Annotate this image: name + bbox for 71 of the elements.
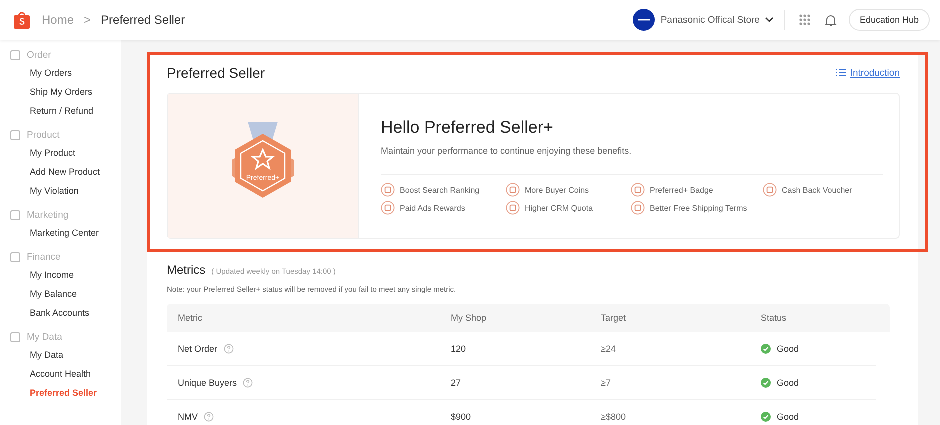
page-title: Preferred Seller: [167, 65, 266, 81]
column-header: Status: [761, 313, 788, 323]
column-header: My Shop: [451, 313, 488, 323]
breadcrumb-current: Preferred Seller: [101, 13, 186, 27]
sidebar-item[interactable]: My Balance: [10, 285, 121, 304]
benefit-icon: [381, 201, 395, 215]
menu-group-icon: [10, 210, 21, 220]
benefit-label: More Buyer Coins: [525, 186, 590, 194]
store-name[interactable]: Panasonic Offical Store: [660, 14, 760, 26]
sidebar-item[interactable]: My Violation: [10, 182, 121, 201]
table-cell-text: 120: [451, 344, 468, 354]
table-cell-text: ≥24: [601, 344, 617, 354]
benefit-label: Preferred+ Badge: [650, 186, 714, 194]
greeting-heading: Hello Preferred Seller+: [381, 118, 554, 138]
sidebar-item[interactable]: Ship My Orders: [10, 83, 121, 102]
sidebar-item[interactable]: My Income: [10, 266, 121, 285]
metric-name: Unique Buyers: [178, 378, 238, 388]
metric-name: Net Order: [178, 344, 218, 354]
sidebar-item[interactable]: Bank Accounts: [10, 304, 121, 323]
store-avatar-icon[interactable]: [632, 9, 655, 31]
help-icon[interactable]: [204, 412, 214, 422]
menu-group-icon: [10, 130, 21, 140]
sidebar-item[interactable]: My Product: [10, 144, 121, 163]
sidebar-item[interactable]: Preferred Seller: [10, 384, 121, 403]
column-header: Target: [601, 313, 628, 323]
menu-group-icon: [10, 252, 21, 262]
metric-name: NMV: [178, 412, 198, 422]
benefit-label: Higher CRM Quota: [525, 204, 594, 212]
benefit-icon: [631, 183, 645, 197]
menu-group-icon: [10, 332, 21, 342]
benefit-label: Paid Ads Rewards: [400, 204, 466, 212]
apps-grid-icon[interactable]: [798, 14, 811, 26]
chevron-down-icon[interactable]: [764, 17, 774, 23]
help-icon[interactable]: [243, 378, 254, 388]
sidebar-group-title: Marketing: [27, 210, 69, 220]
benefit-icon: [506, 183, 520, 197]
sidebar-group-title: Product: [27, 130, 60, 140]
benefit-icon: [631, 201, 645, 215]
sidebar-item[interactable]: Add New Product: [10, 163, 121, 182]
benefit-label: Boost Search Ranking: [400, 186, 480, 194]
table-cell-text: $900: [451, 412, 472, 422]
status-text: Good: [777, 412, 800, 422]
benefit-label: Cash Back Voucher: [782, 186, 852, 194]
sidebar-group-title: My Data: [27, 332, 62, 342]
table-cell-text: ≥7: [601, 378, 612, 388]
sidebar-group-title: Finance: [27, 252, 61, 262]
introduction-link[interactable]: Introduction: [850, 68, 900, 78]
sidebar-item[interactable]: My Data: [10, 346, 121, 365]
metrics-title: Metrics: [167, 263, 206, 277]
sidebar-item[interactable]: My Orders: [10, 64, 121, 83]
education-hub-button[interactable]: Education Hub: [848, 9, 930, 31]
benefit-label: Better Free Shipping Terms: [650, 204, 748, 212]
breadcrumb-separator: >: [84, 13, 92, 27]
table-cell-text: ≥$800: [601, 412, 627, 422]
table-cell-text: 27: [451, 378, 462, 388]
greeting-subtitle: Maintain your performance to continue enjoying these benefits.: [381, 146, 633, 156]
column-header: Metric: [178, 313, 204, 323]
list-icon[interactable]: [836, 69, 846, 77]
sidebar-item[interactable]: Marketing Center: [10, 224, 121, 243]
sidebar-item[interactable]: Account Health: [10, 365, 121, 384]
status-text: Good: [777, 344, 800, 354]
menu-group-icon: [10, 50, 21, 60]
help-icon[interactable]: [224, 344, 234, 354]
benefit-icon: [381, 183, 395, 197]
sidebar-group-title: Order: [27, 50, 52, 60]
status-text: Good: [777, 378, 800, 388]
benefit-icon: [506, 201, 520, 215]
notification-bell-icon[interactable]: [824, 14, 837, 26]
sidebar-item[interactable]: Return / Refund: [10, 102, 121, 121]
benefit-icon: [763, 183, 777, 197]
shop-bag-logo-icon[interactable]: [14, 11, 30, 29]
